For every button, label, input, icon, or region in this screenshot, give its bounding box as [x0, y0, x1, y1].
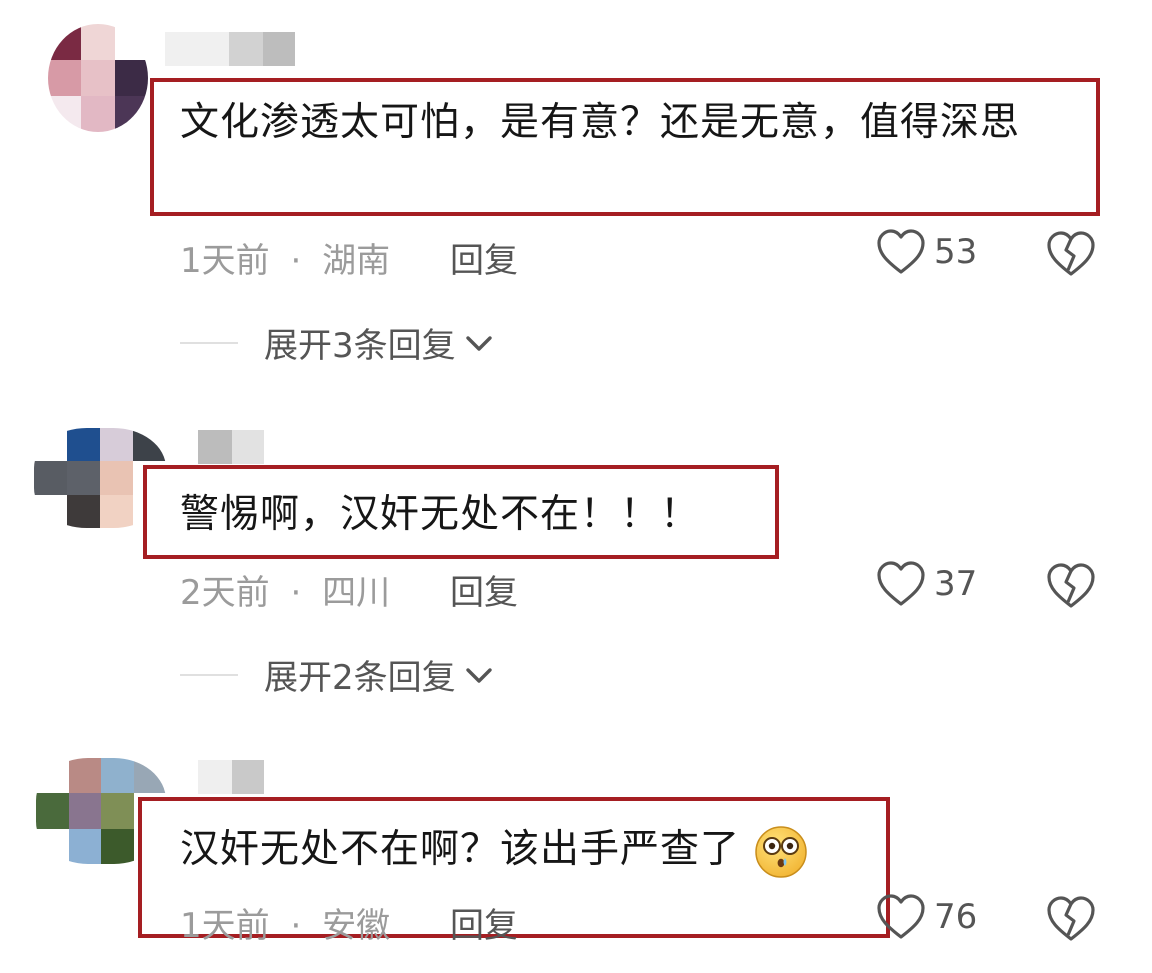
heart-outline-icon — [877, 894, 925, 939]
reply-button[interactable]: 回复 — [450, 898, 518, 947]
like-count: 37 — [934, 564, 978, 604]
avatar[interactable] — [48, 24, 148, 132]
comment-1: 文化渗透太可怕，是有意？还是无意，值得深思 1天前 · 湖南 回复 53 展开3… — [0, 0, 1152, 400]
username-blurred[interactable] — [198, 760, 264, 794]
timestamp: 1天前 — [180, 241, 270, 281]
timestamp: 1天前 — [180, 906, 270, 946]
shocked-face-emoji — [755, 825, 808, 878]
location: 安徽 — [322, 906, 391, 946]
reply-button[interactable]: 回复 — [450, 233, 518, 282]
comment-meta: 1天前 · 安徽 — [180, 898, 390, 947]
comment-text-content: 汉奸无处不在啊？该出手严查了 — [180, 827, 741, 872]
chevron-down-icon — [465, 667, 492, 683]
comment-text: 警惕啊，汉奸无处不在！！！ — [180, 492, 701, 537]
comment-2: 警惕啊，汉奸无处不在！！！ 2天前 · 四川 回复 37 展开2条回复 — [0, 400, 1152, 730]
location: 湖南 — [322, 241, 391, 281]
expand-label: 展开2条回复 — [264, 658, 456, 698]
username-blurred[interactable] — [198, 430, 264, 464]
expand-replies-button[interactable]: 展开3条回复 — [180, 318, 496, 367]
like-count: 76 — [934, 897, 978, 937]
divider-line — [180, 673, 238, 676]
broken-heart-icon[interactable] — [1046, 230, 1096, 278]
separator: · — [290, 241, 302, 281]
expand-replies-button[interactable]: 展开2条回复 — [180, 650, 496, 699]
separator: · — [290, 906, 302, 946]
reply-button[interactable]: 回复 — [450, 565, 518, 614]
comment-text: 汉奸无处不在啊？该出手严查了 — [180, 823, 809, 880]
broken-heart-icon[interactable] — [1046, 895, 1096, 943]
like-button[interactable]: 37 — [876, 560, 977, 608]
heart-outline-icon — [877, 561, 925, 606]
expand-label: 展开3条回复 — [264, 326, 456, 366]
comment-text: 文化渗透太可怕，是有意？还是无意，值得深思 — [180, 100, 1021, 145]
separator: · — [290, 573, 302, 613]
like-count: 53 — [934, 232, 978, 272]
broken-heart-icon[interactable] — [1046, 562, 1096, 610]
like-button[interactable]: 53 — [876, 228, 977, 276]
comment-meta: 1天前 · 湖南 — [180, 233, 390, 282]
divider-line — [180, 341, 238, 344]
timestamp: 2天前 — [180, 573, 270, 613]
location: 四川 — [322, 573, 391, 613]
chevron-down-icon — [465, 335, 492, 351]
like-button[interactable]: 76 — [876, 893, 977, 941]
username-blurred[interactable] — [165, 32, 295, 66]
comment-3: 汉奸无处不在啊？该出手严查了 1天前 · 安徽 回复 76 — [0, 730, 1152, 973]
heart-outline-icon — [877, 229, 925, 274]
comment-meta: 2天前 · 四川 — [180, 565, 390, 614]
